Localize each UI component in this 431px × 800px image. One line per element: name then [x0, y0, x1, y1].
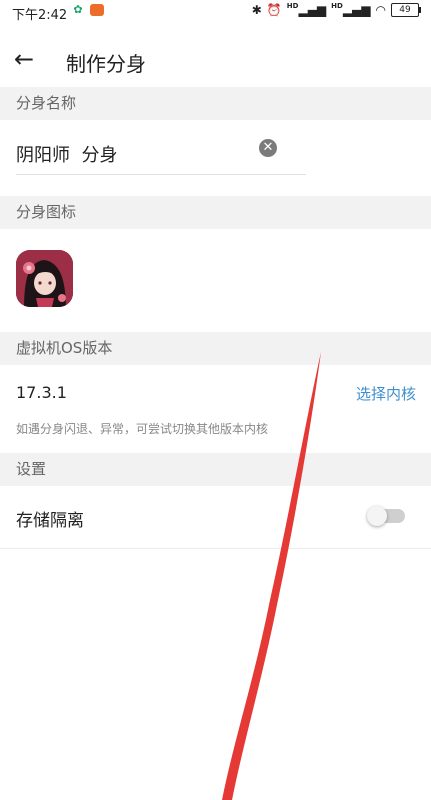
choose-kernel-link[interactable]: 选择内核 — [356, 383, 416, 404]
section-header-name: 分身名称 — [0, 87, 431, 120]
status-right: ✱ ⏰ HD▂▄▆ HD▂▄▆ ◠ 49 — [251, 2, 421, 18]
storage-isolation-label: 存储隔离 — [16, 511, 84, 531]
clear-input-icon[interactable]: ✕ — [259, 139, 277, 157]
notification-icon: ✿ — [73, 3, 83, 16]
app-icon[interactable] — [16, 250, 73, 307]
page-title: 制作分身 — [66, 52, 146, 76]
section-header-icon: 分身图标 — [0, 196, 431, 229]
wifi-icon: ◠ — [375, 3, 386, 17]
back-arrow-icon[interactable]: ← — [10, 46, 38, 74]
os-version-value: 17.3.1 — [16, 383, 67, 402]
bluetooth-icon: ✱ — [251, 3, 262, 17]
section-header-settings: 设置 — [0, 453, 431, 486]
app-notification-icon — [90, 4, 104, 16]
alarm-icon: ⏰ — [266, 3, 282, 17]
status-bar: 下午2:42 ✿ ✱ ⏰ HD▂▄▆ HD▂▄▆ ◠ 49 — [0, 0, 431, 26]
icon-row — [0, 229, 431, 333]
os-version-hint: 如遇分身闪退、异常，可尝试切换其他版本内核 — [16, 422, 269, 436]
storage-isolation-toggle[interactable] — [367, 506, 405, 526]
app-bar: ← 制作分身 — [0, 36, 431, 86]
name-row — [0, 120, 431, 196]
signal-icon: HD▂▄▆ — [286, 2, 327, 18]
status-app-icons: ✿ — [72, 4, 104, 16]
storage-isolation-row: 存储隔离 — [0, 486, 431, 549]
section-header-os-version: 虚拟机OS版本 — [0, 332, 431, 365]
status-time: 下午2:42 — [12, 8, 68, 23]
toggle-knob — [367, 506, 387, 526]
battery-icon: 49 — [391, 3, 421, 17]
app-icon-artwork — [16, 250, 73, 307]
os-version-row: 17.3.1 选择内核 如遇分身闪退、异常，可尝试切换其他版本内核 — [0, 365, 431, 453]
signal-icon: HD▂▄▆ — [331, 2, 371, 18]
